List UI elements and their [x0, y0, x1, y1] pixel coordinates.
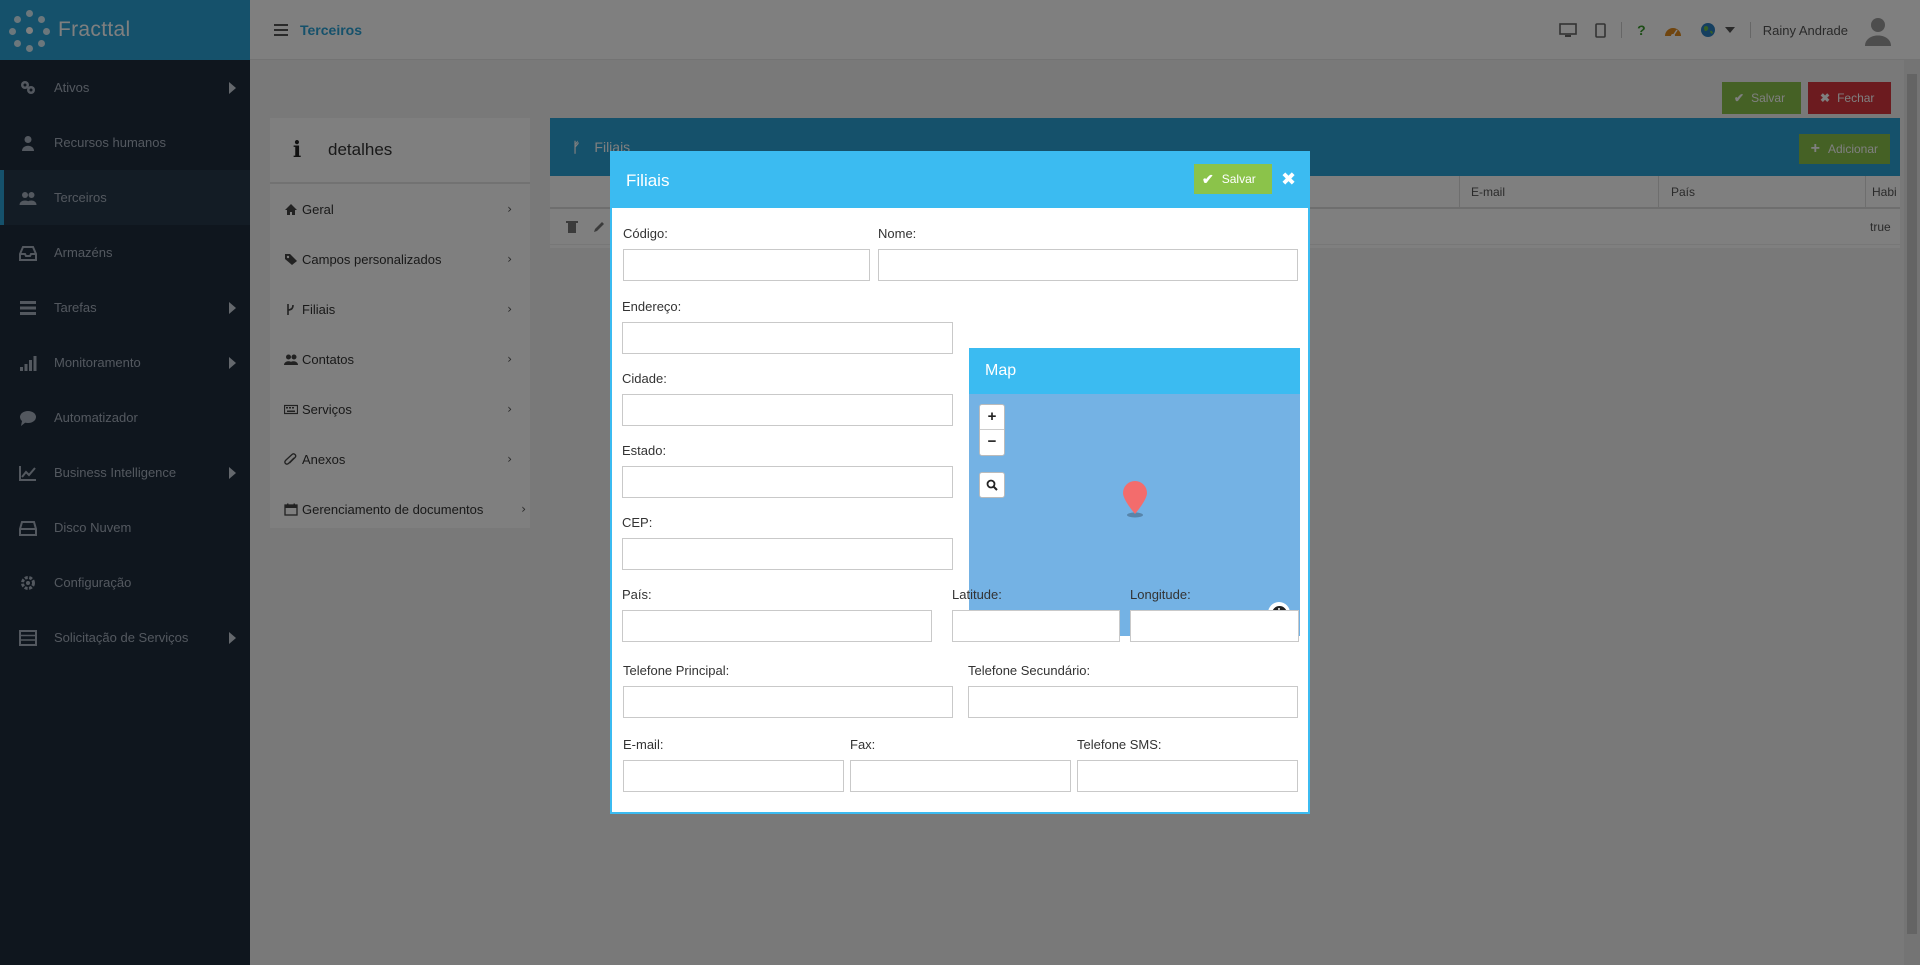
modal-save-label: Salvar — [1221, 172, 1256, 186]
check-icon: ✔ — [1202, 170, 1214, 187]
telefone-secundario-label: Telefone Secundário: — [968, 663, 1091, 678]
modal-title: Filiais — [626, 170, 670, 190]
email-label: E-mail: — [623, 737, 664, 752]
endereco-field[interactable] — [622, 322, 953, 354]
telefone-sms-label: Telefone SMS: — [1077, 737, 1162, 752]
modal-save-button[interactable]: ✔ Salvar — [1194, 164, 1272, 194]
email-field[interactable] — [623, 760, 844, 792]
nome-field[interactable] — [878, 249, 1298, 281]
zoom-in-button[interactable]: + — [980, 405, 1004, 430]
cidade-label: Cidade: — [622, 371, 667, 386]
cep-field[interactable] — [622, 538, 953, 570]
telefone-principal-label: Telefone Principal: — [623, 663, 730, 678]
latitude-field[interactable] — [952, 610, 1120, 642]
close-icon[interactable]: ✖ — [1281, 169, 1296, 190]
pais-field[interactable] — [622, 610, 932, 642]
nome-label: Nome: — [878, 226, 917, 241]
map-zoom-control: + − — [979, 404, 1005, 456]
longitude-field[interactable] — [1130, 610, 1299, 642]
codigo-field[interactable] — [623, 249, 870, 281]
estado-field[interactable] — [622, 466, 953, 498]
telefone-sms-field[interactable] — [1077, 760, 1298, 792]
pais-label: País: — [622, 587, 652, 602]
map-header: Map — [969, 348, 1300, 394]
estado-label: Estado: — [622, 443, 667, 458]
search-icon[interactable] — [979, 472, 1005, 498]
map-title: Map — [985, 362, 1017, 379]
codigo-label: Código: — [623, 226, 668, 241]
fax-label: Fax: — [850, 737, 876, 752]
latitude-label: Latitude: — [952, 587, 1002, 602]
cep-label: CEP: — [622, 515, 653, 530]
cidade-field[interactable] — [622, 394, 953, 426]
endereco-label: Endereço: — [622, 299, 682, 314]
telefone-principal-field[interactable] — [623, 686, 953, 718]
map-pin-icon[interactable] — [1122, 480, 1148, 523]
zoom-out-button[interactable]: − — [980, 430, 1004, 455]
longitude-label: Longitude: — [1130, 587, 1191, 602]
modal-header: Filiais ✔ Salvar ✖ — [612, 153, 1308, 208]
filiais-modal: Filiais ✔ Salvar ✖ Código: Nome: Endereço… — [610, 151, 1310, 814]
fax-field[interactable] — [850, 760, 1071, 792]
telefone-secundario-field[interactable] — [968, 686, 1298, 718]
